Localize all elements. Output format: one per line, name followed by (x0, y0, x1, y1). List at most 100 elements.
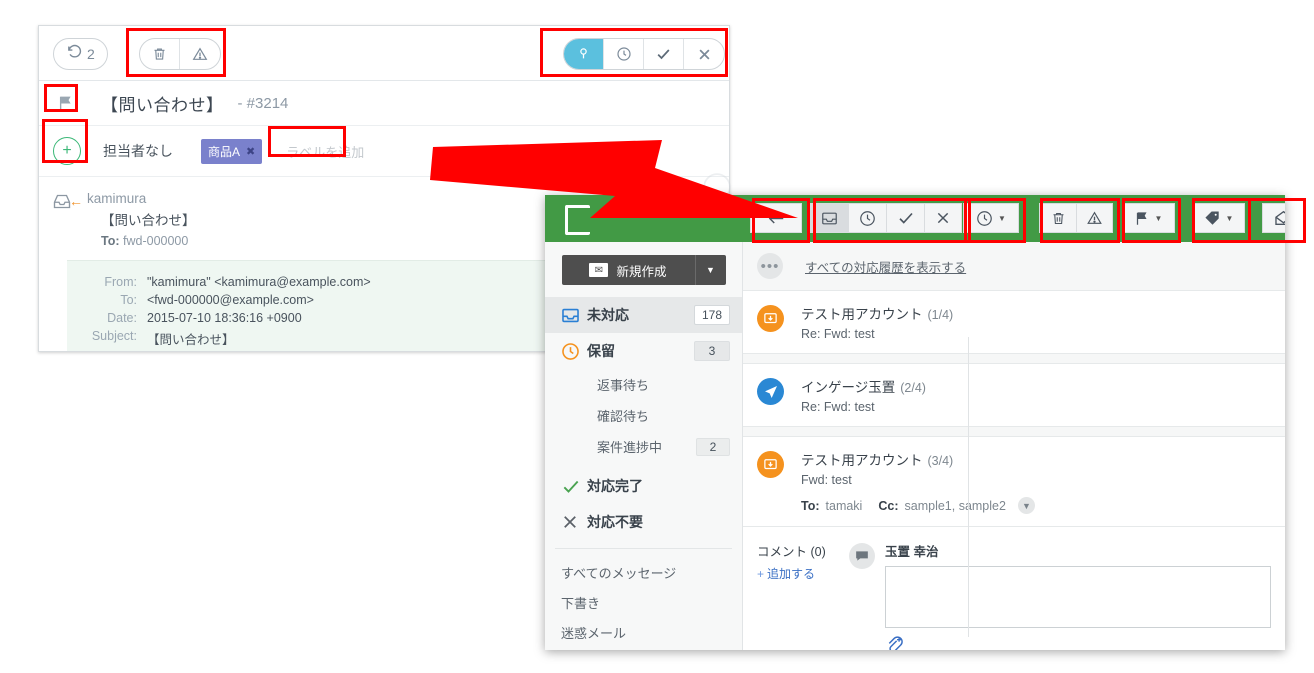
show-all-history-link[interactable]: すべての対応履歴を表示する (805, 257, 966, 276)
sidebar-item-done[interactable]: 対応完了 (545, 468, 742, 504)
sidebar-item-badge: 178 (693, 305, 730, 325)
message-from: kamimura (87, 191, 147, 206)
flag-icon[interactable] (53, 93, 79, 113)
app-header: ▼ ▼ ▼ (545, 195, 1285, 242)
table-row[interactable]: テスト用アカウント (3/4) Fwd: test To: tamaki Cc: … (743, 437, 1285, 527)
trash-icon[interactable] (1039, 203, 1076, 233)
status-not-needed-button[interactable] (924, 203, 962, 233)
status-done-button[interactable] (644, 39, 684, 69)
message-header-value: "kamimura" <kamimura@example.com> (147, 275, 371, 289)
sidebar-subitem-label: 返事待ち (597, 378, 650, 393)
trash-icon[interactable] (140, 39, 180, 69)
status-pending-button[interactable] (848, 203, 886, 233)
more-dots-icon[interactable]: ••• (757, 253, 783, 279)
sidebar-item-all-messages[interactable]: すべてのメッセージ (545, 557, 742, 587)
status-unhandled-button[interactable] (810, 203, 848, 233)
message-header-row: To: <fwd-000000@example.com> (67, 291, 371, 309)
danger-button-group (1039, 203, 1113, 233)
sidebar-item-badge: 3 (694, 341, 730, 361)
sidebar-item-not-needed[interactable]: 対応不要 (545, 504, 742, 540)
history-button[interactable]: 2 (53, 38, 108, 70)
flag-caret-icon[interactable]: ▼ (1122, 203, 1175, 233)
snooze-dropdown-button[interactable]: ▼ (963, 203, 1019, 233)
label-chip[interactable]: 商品A ✖ (201, 138, 263, 164)
label-dropdown-button[interactable]: ▼ (1192, 203, 1245, 233)
label-chip-text: 商品A (208, 144, 241, 159)
check-icon (561, 478, 587, 495)
sidebar-item-unhandled[interactable]: 未対応 178 (545, 297, 742, 333)
assignee-value[interactable]: 担当者なし (103, 141, 173, 161)
thread-spine (968, 337, 969, 637)
thread-counter: (2/4) (900, 381, 926, 395)
attach-plus-icon[interactable] (885, 636, 1271, 650)
send-avatar-icon (757, 378, 784, 405)
close-icon[interactable]: ✖ (246, 145, 255, 158)
chevron-down-icon: ▼ (1154, 213, 1163, 223)
thread-subject: Re: Fwd: test (801, 400, 875, 414)
sidebar-item-drafts[interactable]: 下書き (545, 587, 742, 617)
table-row[interactable]: インゲージ玉置 (2/4) Re: Fwd: test (743, 364, 1285, 427)
thread-subject: Fwd: test (801, 473, 852, 487)
account-avatar-icon (757, 451, 784, 478)
message-header-row: Subject: 【問い合わせ】 (67, 327, 371, 350)
thread-recipients: To: tamaki Cc: sample1, sample2 ▼ (801, 497, 1035, 514)
compose-label: 新規作成 (616, 264, 667, 279)
message-to: To: fwd-000000 (101, 234, 196, 248)
plus-circle-icon[interactable]: + (53, 137, 81, 165)
inbox-window: ▼ ▼ ▼ ✉ 新規作成 ▼ 未対応 178 保留 3 返事待ち 確認待ち 案件… (545, 195, 1285, 650)
sidebar: ✉ 新規作成 ▼ 未対応 178 保留 3 返事待ち 確認待ち 案件進捗中 2 … (545, 242, 743, 650)
clock-caret-icon[interactable]: ▼ (963, 203, 1019, 233)
add-label-input[interactable]: ラベルを追加 (280, 138, 370, 165)
open-envelope-icon[interactable] (1262, 203, 1285, 233)
avatar (757, 303, 801, 341)
chevron-down-icon[interactable]: ▼ (1017, 497, 1035, 514)
compose-dropdown[interactable]: ▼ (694, 255, 726, 285)
thread-gap (743, 427, 1285, 437)
chevron-down-icon: ▼ (706, 265, 715, 275)
chevron-down-icon: ▼ (998, 213, 1006, 223)
table-row[interactable]: テスト用アカウント (1/4) Re: Fwd: test (743, 291, 1285, 354)
arrow-left-icon[interactable] (750, 203, 802, 233)
thread-history-header: ••• すべての対応履歴を表示する (743, 242, 1285, 291)
cc-value: sample1, sample2 (904, 498, 1006, 513)
thread-subject: Re: Fwd: test (801, 327, 875, 341)
sidebar-item-trash[interactable]: ゴミ箱 (545, 647, 742, 650)
warning-triangle-icon[interactable] (180, 39, 220, 69)
warning-triangle-icon[interactable] (1076, 203, 1113, 233)
comment-author: 玉置 幸治 (885, 545, 939, 559)
sidebar-item-label: 対応完了 (587, 478, 643, 494)
comment-textarea[interactable] (885, 566, 1271, 628)
flag-dropdown-button[interactable]: ▼ (1122, 203, 1175, 233)
account-avatar-icon (757, 305, 784, 332)
sidebar-subitem-in-progress[interactable]: 案件進捗中 2 (545, 431, 742, 462)
ticket-toolbar: 2 (39, 26, 729, 81)
mark-unread-button[interactable] (1262, 203, 1285, 233)
sidebar-item-label: 未対応 (587, 307, 629, 323)
sidebar-subitem-awaiting-reply[interactable]: 返事待ち (545, 369, 742, 400)
history-clock-icon (66, 43, 83, 65)
message-header-value: 2015-07-10 18:36:16 +0900 (147, 311, 302, 325)
sidebar-nav: 未対応 178 保留 3 返事待ち 確認待ち 案件進捗中 2 対応完了 対応不要… (545, 297, 742, 650)
status-not-needed-button[interactable] (684, 39, 724, 69)
status-pending-button[interactable] (604, 39, 644, 69)
plus-icon: + (757, 567, 765, 581)
cc-label: Cc: (878, 498, 899, 513)
sidebar-item-pending[interactable]: 保留 3 (545, 333, 742, 369)
compose-button[interactable]: ✉ 新規作成 ▼ (561, 255, 726, 285)
sidebar-subitem-awaiting-confirm[interactable]: 確認待ち (545, 400, 742, 431)
sidebar-item-label: 保留 (587, 343, 615, 359)
status-unhandled-button[interactable] (564, 39, 604, 69)
back-button[interactable] (750, 203, 802, 233)
app-logo-icon (565, 205, 590, 235)
thread-sender: テスト用アカウント (801, 453, 923, 468)
tag-caret-icon[interactable]: ▼ (1192, 203, 1245, 233)
add-comment-button[interactable]: + 追加する (757, 565, 839, 582)
compose-button-main[interactable]: ✉ 新規作成 (562, 255, 695, 285)
comment-bubble-icon (849, 543, 875, 569)
reply-arrow-icon: ← (69, 193, 83, 209)
message-header-row: Date: 2015-07-10 18:36:16 +0900 (67, 309, 371, 327)
clock-icon (561, 342, 587, 361)
status-done-button[interactable] (886, 203, 924, 233)
sidebar-item-spam[interactable]: 迷惑メール (545, 617, 742, 647)
message-header-value: <fwd-000000@example.com> (147, 293, 314, 307)
